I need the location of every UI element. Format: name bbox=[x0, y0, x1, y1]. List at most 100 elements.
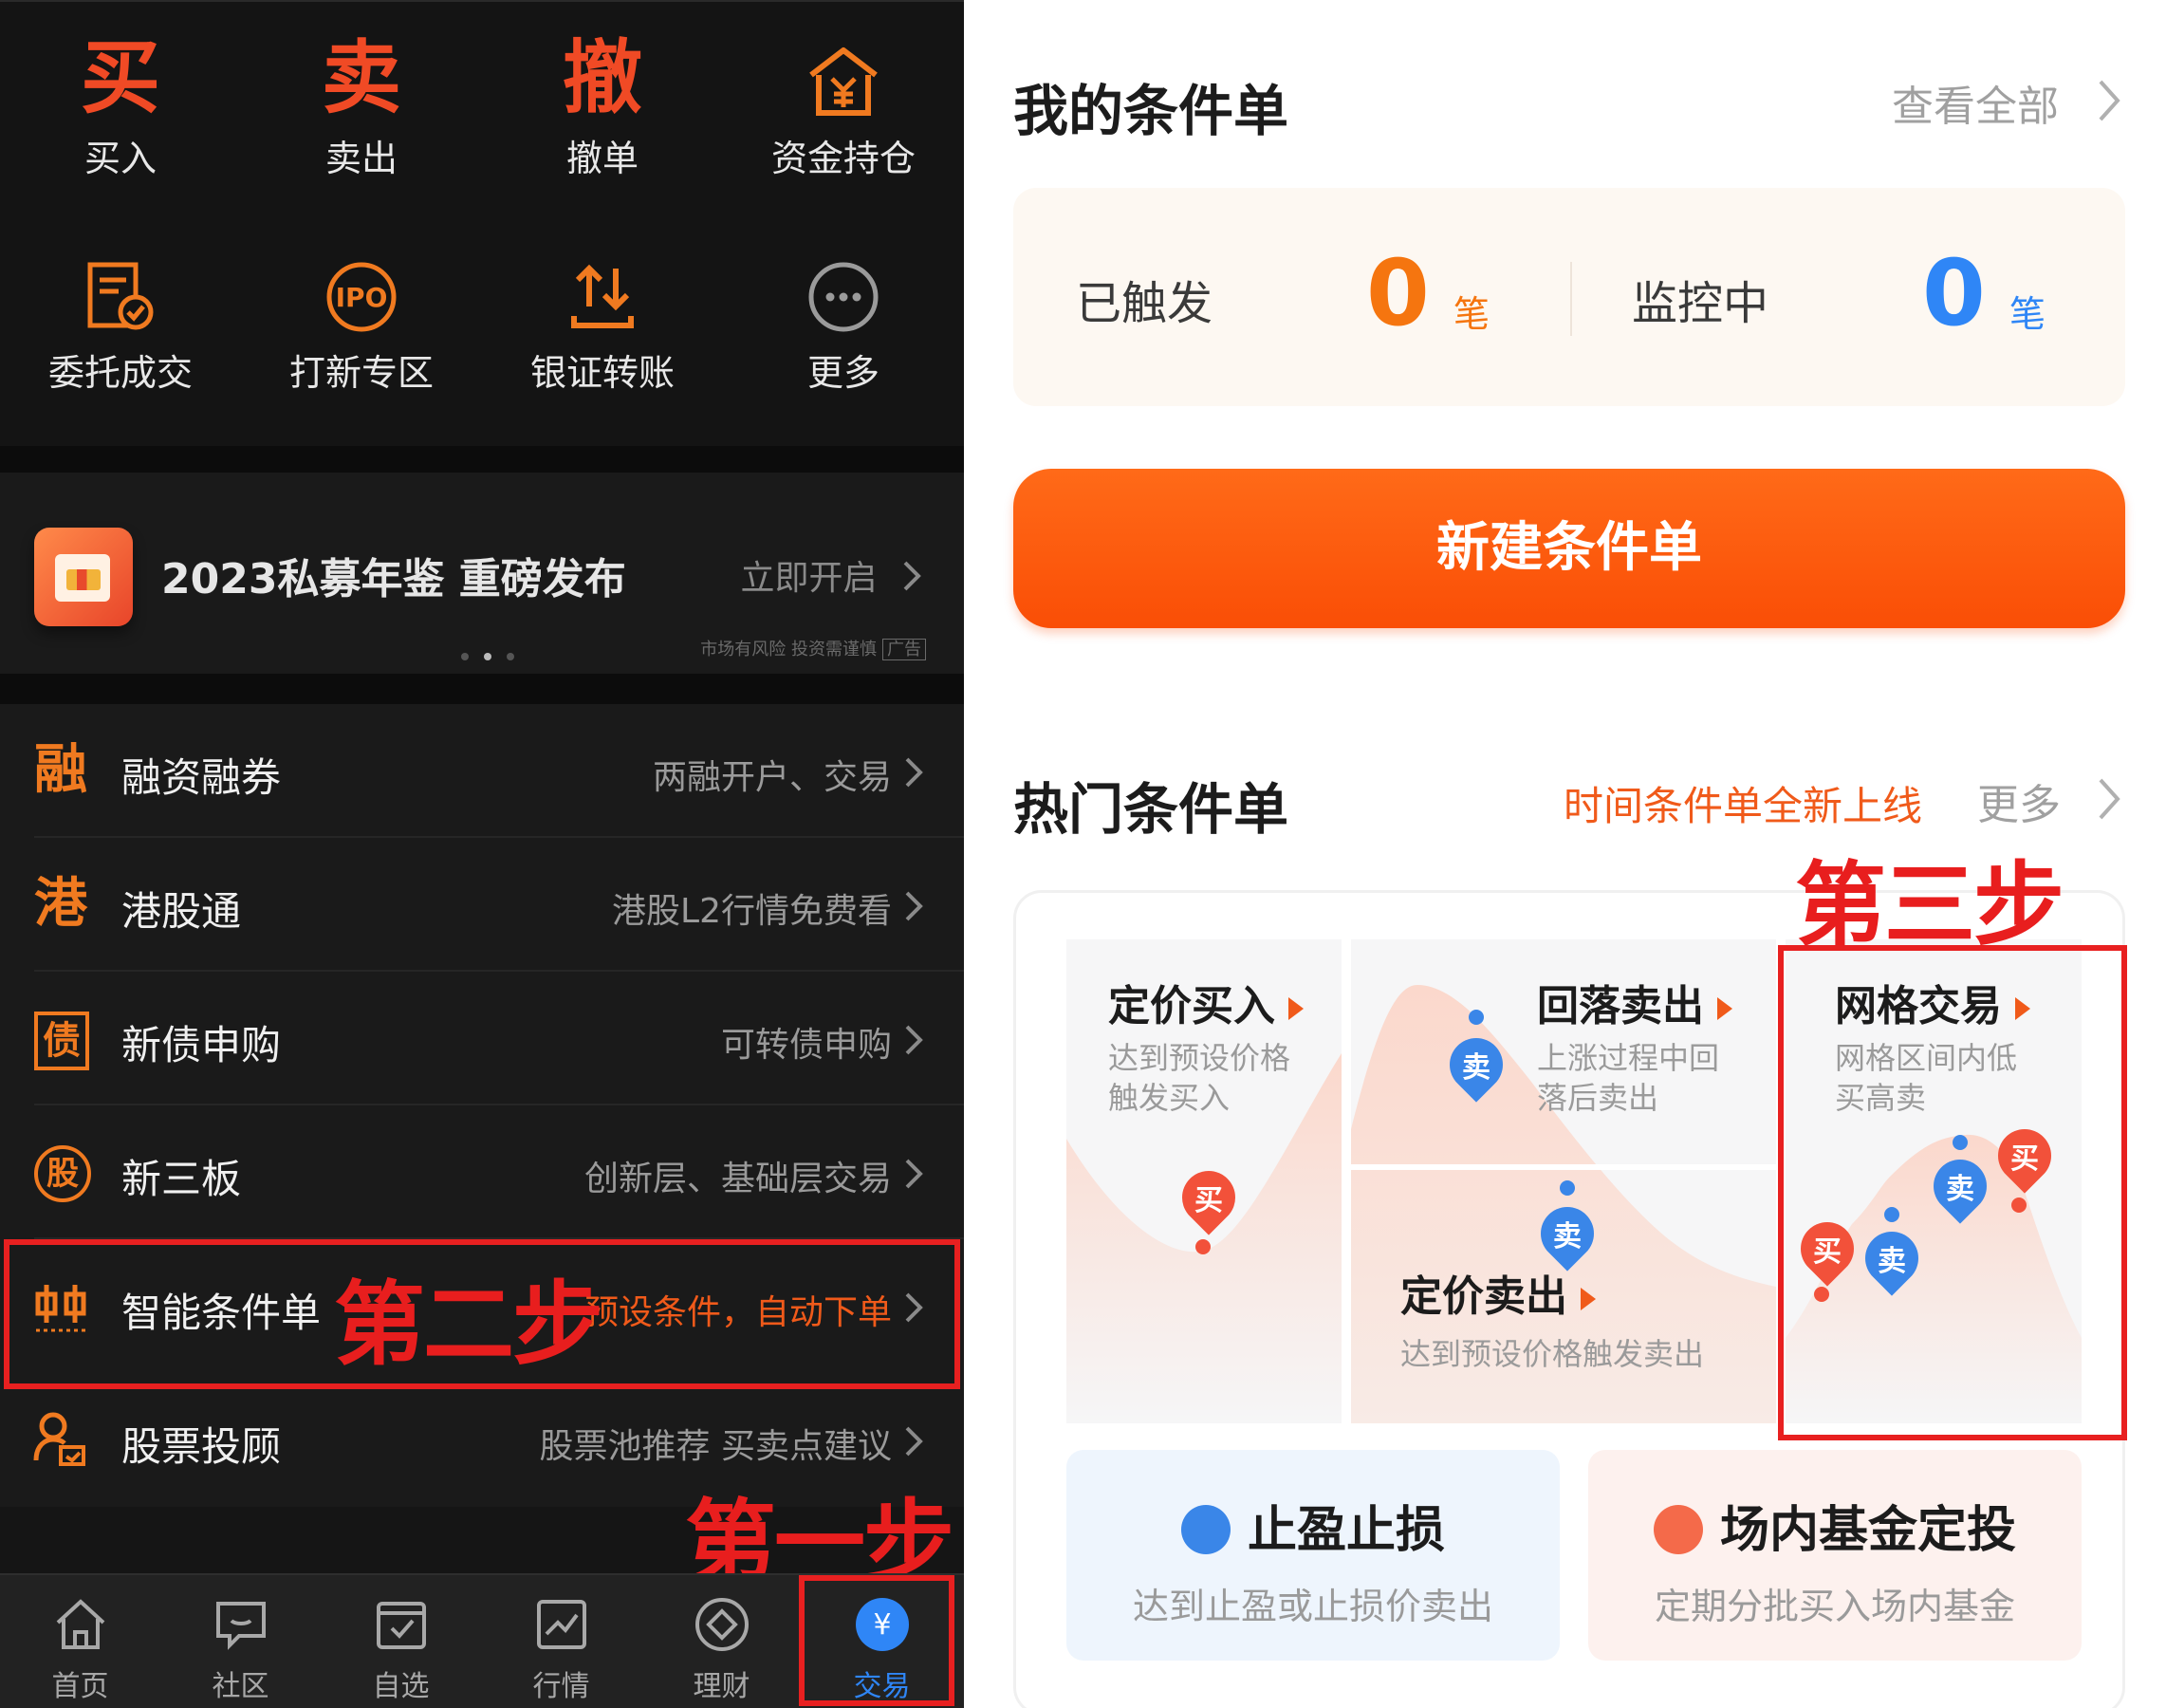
list-item-bond[interactable]: 债 新债申购 可转债申购 bbox=[0, 972, 964, 1105]
arrow-right-icon bbox=[1581, 1288, 1596, 1310]
list-item-margin[interactable]: 融 融资融券 两融开户、交易 bbox=[0, 704, 964, 838]
sell-point bbox=[1469, 1010, 1484, 1025]
quick-funds-label: 资金持仓 bbox=[770, 138, 916, 179]
stop-profit-loss-card[interactable]: 止盈止损 达到止盈或止损价卖出 bbox=[1066, 1450, 1560, 1661]
fund-desc: 定期分批买入场内基金 bbox=[1654, 1586, 2015, 1627]
fall-sell-title-text: 回落卖出 bbox=[1537, 982, 1704, 1030]
fund-title: 场内基金定投 bbox=[1588, 1490, 2082, 1561]
nav-home[interactable]: 首页 bbox=[0, 1575, 160, 1708]
nav-community[interactable]: 社区 bbox=[160, 1575, 321, 1708]
fund-dca-card[interactable]: 场内基金定投 定期分批买入场内基金 bbox=[1588, 1450, 2082, 1661]
quick-cancel[interactable]: 撤 撤单 bbox=[482, 30, 723, 182]
margin-char-icon: 融 bbox=[34, 739, 87, 801]
bond-icon: 债 bbox=[34, 1012, 89, 1070]
order-stats-card: 已触发 0 笔 监控中 0 笔 bbox=[1013, 188, 2125, 406]
step1-highlight-box bbox=[799, 1575, 954, 1706]
hk-icon: 港 bbox=[30, 874, 91, 935]
price-buy-title: 定价买入 bbox=[1108, 972, 1304, 1032]
quick-transfer[interactable]: 银证转账 bbox=[482, 245, 723, 397]
quick-transfer-label: 银证转账 bbox=[529, 352, 675, 394]
view-all-link[interactable]: 查看全部 bbox=[1892, 72, 2059, 133]
banner-open-link[interactable]: 立即开启 bbox=[741, 550, 926, 600]
market-icon bbox=[536, 1600, 586, 1649]
wealth-icon bbox=[694, 1598, 749, 1651]
list-item-label: 股票投顾 bbox=[121, 1423, 282, 1470]
left-screenshot: 买 买入 卖 卖出 撤 撤单 资金持仓 委托成交 IPO 打新专区 银证转账 更… bbox=[0, 0, 964, 1708]
quick-sell-label: 卖出 bbox=[324, 138, 398, 179]
step3-label: 第三步 bbox=[1795, 851, 2064, 958]
chevron-right-icon bbox=[905, 1159, 923, 1189]
chevron-right-icon bbox=[2099, 778, 2120, 820]
quick-ipo-label: 打新专区 bbox=[288, 352, 434, 394]
monitoring-unit: 笔 bbox=[2009, 293, 2046, 335]
chevron-right-icon bbox=[903, 561, 921, 591]
nav-watchlist[interactable]: 自选 bbox=[321, 1575, 481, 1708]
quick-cancel-label: 撤单 bbox=[565, 138, 639, 179]
promo-banner[interactable]: 2023私募年鉴 重磅发布 立即开启 市场有风险 投资需谨慎 广告 bbox=[0, 473, 964, 674]
calendar-icon bbox=[1653, 1505, 1703, 1554]
banner-open-label: 立即开启 bbox=[740, 559, 878, 598]
nav-label: 行情 bbox=[532, 1670, 590, 1703]
neeq-char-icon: 股 bbox=[46, 1155, 79, 1193]
price-buy-card[interactable]: 定价买入 达到预设价格 触发买入 买 bbox=[1066, 939, 1342, 1423]
ad-tag: 广告 bbox=[882, 639, 926, 660]
chevron-right-icon bbox=[905, 1426, 923, 1457]
pulse-icon bbox=[1180, 1505, 1231, 1554]
fall-sell-desc-line: 落后卖出 bbox=[1537, 1080, 1659, 1116]
new-condition-order-button[interactable]: 新建条件单 bbox=[1013, 469, 2125, 628]
price-sell-title-text: 定价卖出 bbox=[1400, 1272, 1567, 1321]
step2-label: 第二步 bbox=[334, 1271, 603, 1378]
right-screenshot: 我的条件单 查看全部 已触发 0 笔 监控中 0 笔 新建条件单 热门条件单 时… bbox=[964, 0, 2166, 1708]
quick-buy[interactable]: 买 买入 bbox=[0, 30, 241, 182]
list-item-hk-connect[interactable]: 港 港股通 港股L2行情免费看 bbox=[0, 838, 964, 972]
margin-icon: 融 bbox=[30, 740, 91, 801]
stop-title-text: 止盈止损 bbox=[1247, 1502, 1445, 1559]
advisor-icon bbox=[30, 1409, 91, 1470]
home-icon bbox=[56, 1599, 104, 1649]
list-item-label: 新三板 bbox=[121, 1156, 242, 1202]
time-order-promo-link[interactable]: 时间条件单全新上线 bbox=[1564, 774, 1922, 832]
price-buy-desc-line: 触发买入 bbox=[1108, 1080, 1231, 1116]
sell-point bbox=[1560, 1180, 1575, 1196]
yearbook-icon bbox=[34, 528, 133, 626]
quick-buy-label: 买入 bbox=[83, 138, 157, 179]
banner-disclaimer: 市场有风险 投资需谨慎 广告 bbox=[700, 636, 926, 660]
quick-more[interactable]: 更多 bbox=[723, 245, 964, 397]
nav-label: 自选 bbox=[372, 1670, 430, 1703]
buy-point bbox=[1195, 1239, 1211, 1254]
more-icon bbox=[723, 245, 964, 349]
list-item-neeq[interactable]: 股 新三板 创新层、基础层交易 bbox=[0, 1105, 964, 1239]
order-deal-icon bbox=[0, 245, 241, 349]
price-buy-desc: 达到预设价格 触发买入 bbox=[1108, 1038, 1290, 1118]
list-item-desc: 港股L2行情免费看 bbox=[612, 892, 892, 931]
carousel-dot bbox=[507, 653, 514, 660]
nav-wealth[interactable]: 理财 bbox=[641, 1575, 802, 1708]
list-item-desc: 股票池推荐 买卖点建议 bbox=[539, 1427, 892, 1466]
quick-funds[interactable]: 资金持仓 bbox=[723, 30, 964, 182]
risk-note: 市场有风险 投资需谨慎 bbox=[700, 640, 877, 659]
chevron-right-icon bbox=[905, 757, 923, 788]
carousel-dot-active bbox=[484, 653, 491, 660]
quick-sell[interactable]: 卖 卖出 bbox=[241, 30, 482, 182]
cancel-char-icon: 撤 bbox=[562, 31, 642, 124]
fall-sell-desc-line: 上涨过程中回 bbox=[1537, 1040, 1720, 1076]
nav-market[interactable]: 行情 bbox=[481, 1575, 641, 1708]
chevron-right-icon bbox=[905, 891, 923, 921]
nav-label: 社区 bbox=[212, 1670, 269, 1703]
bank-transfer-icon bbox=[482, 245, 723, 349]
more-link[interactable]: 更多 bbox=[1977, 770, 2061, 831]
svg-text:IPO: IPO bbox=[336, 282, 388, 313]
hk-char-icon: 港 bbox=[34, 873, 87, 935]
price-sell-title[interactable]: 定价卖出 bbox=[1400, 1262, 1596, 1323]
quick-ipo[interactable]: IPO 打新专区 bbox=[241, 245, 482, 397]
price-buy-desc-line: 达到预设价格 bbox=[1108, 1040, 1291, 1076]
bond-char-icon: 债 bbox=[43, 1019, 81, 1063]
fall-sell-title: 回落卖出 bbox=[1537, 972, 1732, 1032]
fall-sell-card[interactable]: 回落卖出 上涨过程中回 落后卖出 卖 卖 定价卖出 达到预设价格触发卖出 bbox=[1351, 939, 1776, 1423]
watchlist-icon bbox=[376, 1602, 426, 1649]
hot-orders-title: 热门条件单 bbox=[1013, 777, 1289, 842]
buy-char-icon: 买 bbox=[80, 31, 160, 124]
fall-sell-desc: 上涨过程中回 落后卖出 bbox=[1537, 1038, 1719, 1118]
list-item-desc: 可转债申购 bbox=[720, 1026, 892, 1065]
quick-orders[interactable]: 委托成交 bbox=[0, 245, 241, 397]
